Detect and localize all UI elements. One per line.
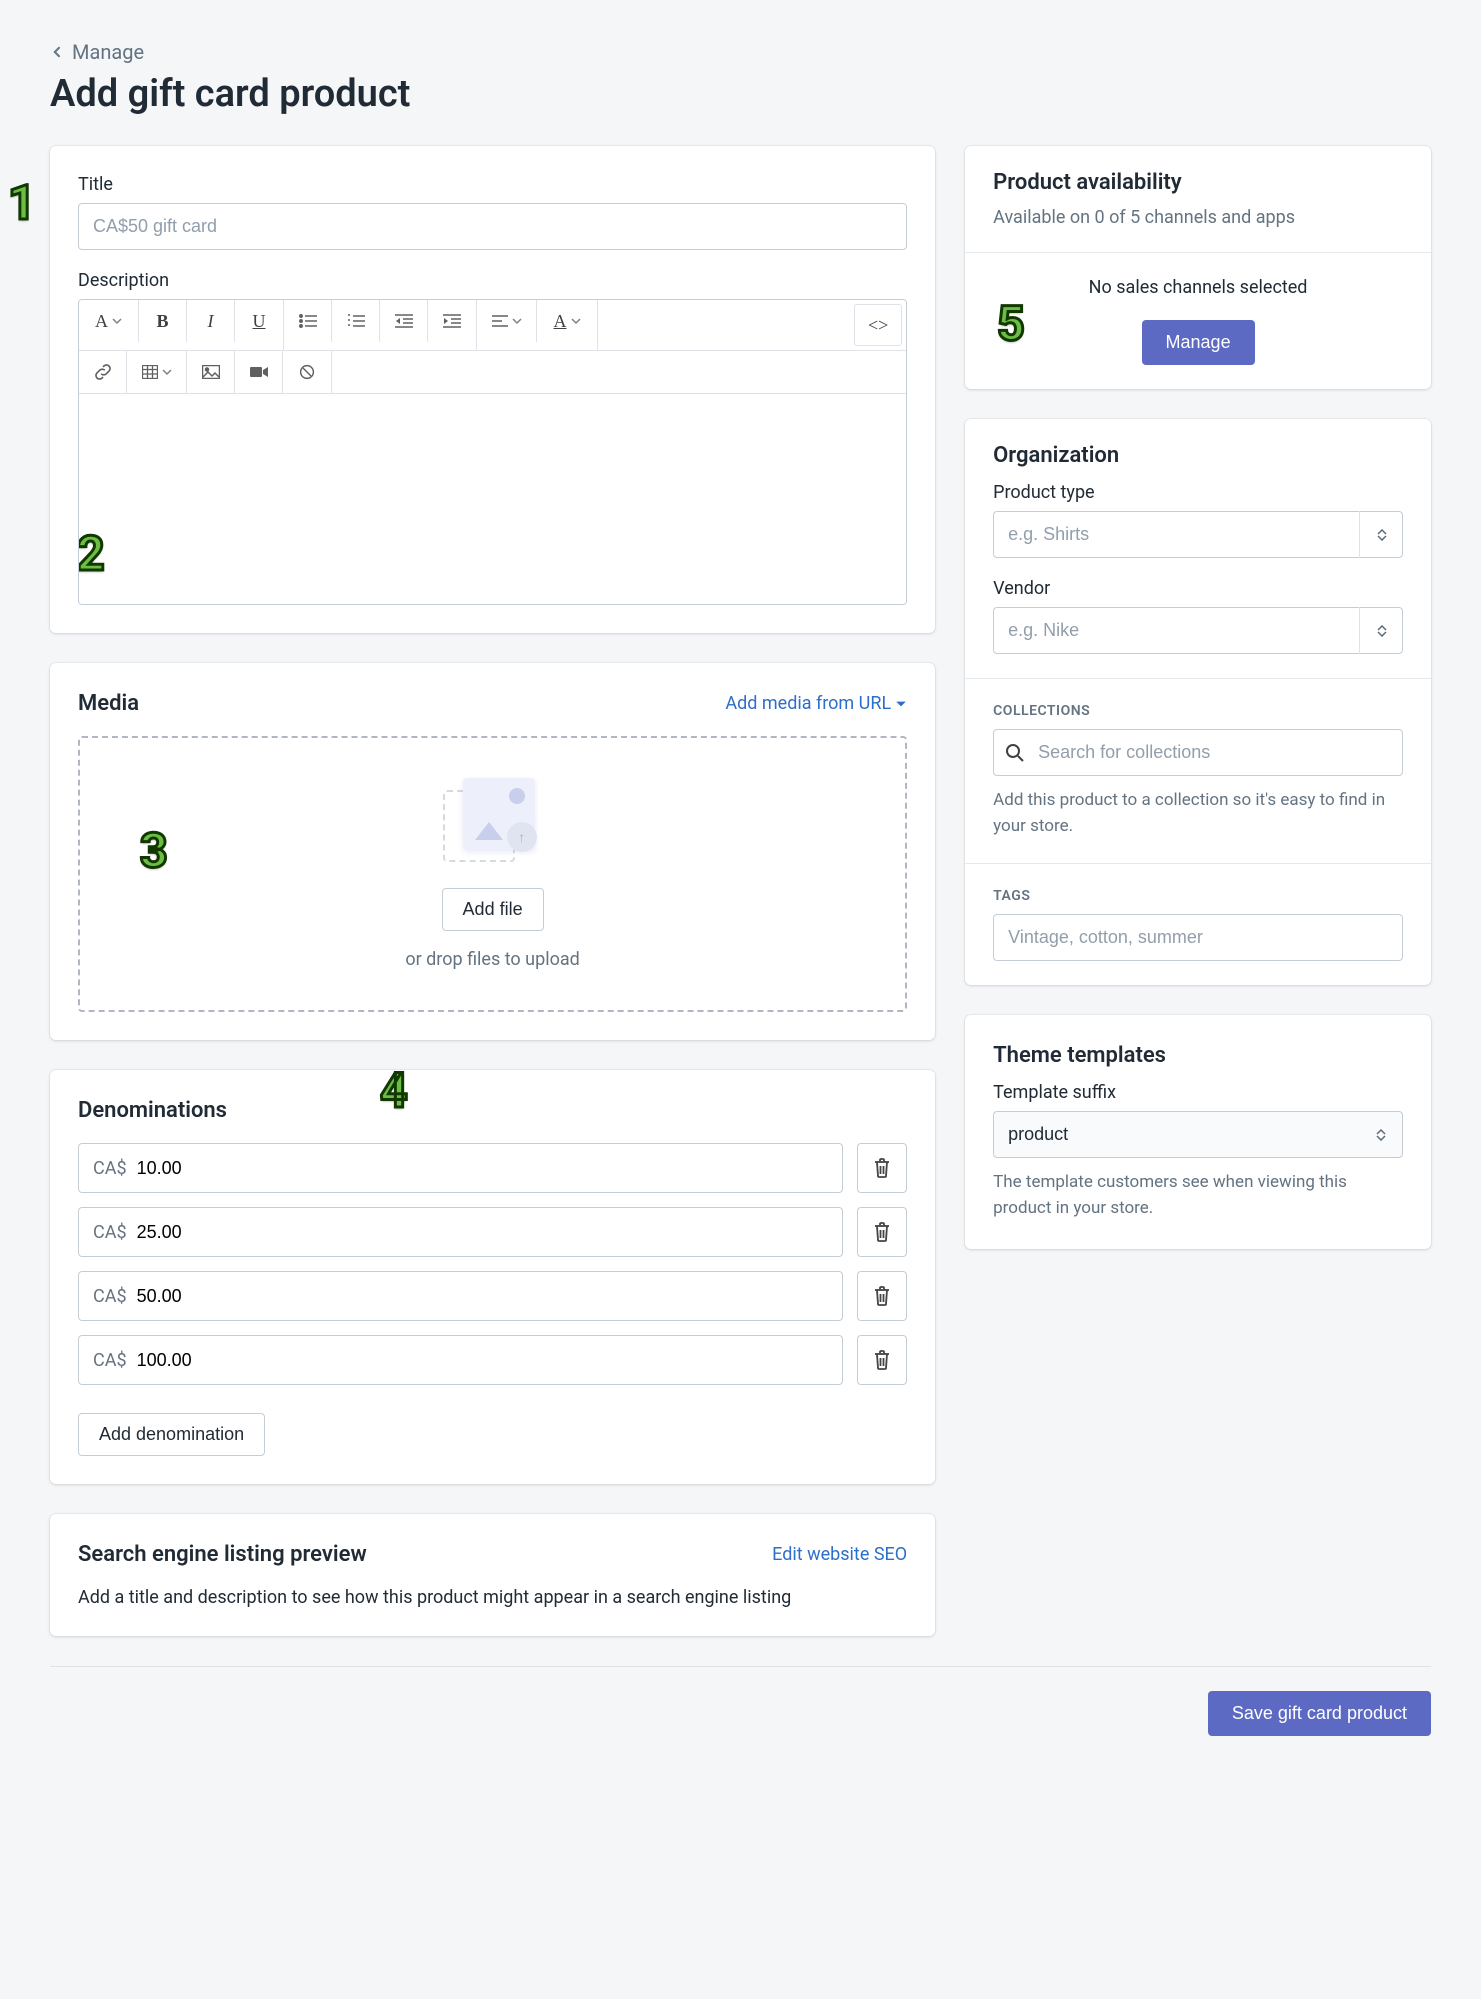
vendor-label: Vendor — [993, 578, 1403, 599]
delete-denomination-button[interactable] — [857, 1143, 907, 1193]
breadcrumb-label: Manage — [72, 40, 144, 64]
currency-prefix: CA$ — [93, 1222, 127, 1243]
callout-1: 1 — [8, 174, 36, 231]
description-textarea[interactable] — [79, 394, 906, 604]
number-list-button[interactable] — [332, 300, 380, 342]
trash-icon — [872, 1157, 892, 1179]
card-title-description: 1 Title Description A B I U — [50, 146, 935, 633]
organization-heading: Organization — [993, 443, 1403, 468]
denomination-row: CA$ — [78, 1271, 907, 1321]
vendor-input[interactable] — [993, 607, 1403, 654]
drop-hint: or drop files to upload — [100, 949, 885, 970]
table-dropdown[interactable] — [127, 351, 187, 393]
denomination-value-input[interactable] — [137, 1350, 829, 1371]
outdent-button[interactable] — [380, 300, 428, 342]
underline-button[interactable]: U — [235, 300, 283, 342]
denomination-value-input[interactable] — [137, 1286, 829, 1307]
delete-denomination-button[interactable] — [857, 1207, 907, 1257]
denomination-input-wrap[interactable]: CA$ — [78, 1207, 843, 1257]
denomination-input-wrap[interactable]: CA$ — [78, 1271, 843, 1321]
denomination-input-wrap[interactable]: CA$ — [78, 1335, 843, 1385]
card-media: Media Add media from URL 3 ↑ Add file or… — [50, 663, 935, 1040]
video-button[interactable] — [235, 351, 283, 393]
image-button[interactable] — [187, 351, 235, 393]
theme-heading: Theme templates — [993, 1043, 1403, 1068]
denomination-input-wrap[interactable]: CA$ — [78, 1143, 843, 1193]
currency-prefix: CA$ — [93, 1286, 127, 1307]
template-suffix-select[interactable] — [993, 1111, 1403, 1158]
upload-graphic: ↑ — [443, 778, 543, 868]
bullet-list-button[interactable] — [284, 300, 332, 342]
breadcrumb[interactable]: Manage — [50, 40, 144, 64]
edit-seo-link[interactable]: Edit website SEO — [772, 1544, 907, 1565]
align-dropdown[interactable] — [477, 300, 537, 342]
title-label: Title — [78, 174, 907, 195]
availability-subtitle: Available on 0 of 5 channels and apps — [993, 207, 1403, 228]
denominations-heading: Denominations — [78, 1098, 227, 1123]
chevron-left-icon — [50, 44, 66, 60]
bold-button[interactable]: B — [139, 300, 187, 342]
denomination-value-input[interactable] — [137, 1158, 829, 1179]
trash-icon — [872, 1349, 892, 1371]
add-media-url-link[interactable]: Add media from URL — [725, 693, 907, 714]
callout-2: 2 — [78, 525, 105, 582]
tags-label: TAGS — [993, 888, 1403, 904]
denomination-value-input[interactable] — [137, 1222, 829, 1243]
collections-search-input[interactable] — [993, 729, 1403, 776]
rich-text-editor: A B I U A — [78, 299, 907, 605]
card-seo: Search engine listing preview Edit websi… — [50, 1514, 935, 1636]
card-availability: Product availability Available on 0 of 5… — [965, 146, 1431, 389]
text-color-dropdown[interactable]: A — [537, 300, 597, 342]
delete-denomination-button[interactable] — [857, 1335, 907, 1385]
description-label: Description — [78, 270, 907, 291]
add-file-button[interactable]: Add file — [442, 888, 544, 931]
tags-input[interactable] — [993, 914, 1403, 961]
page-title: Add gift card product — [50, 72, 1431, 116]
seo-helper: Add a title and description to see how t… — [78, 1587, 907, 1608]
product-type-input[interactable] — [993, 511, 1403, 558]
callout-5: 5 — [997, 295, 1025, 352]
availability-heading: Product availability — [993, 170, 1403, 195]
card-organization: Organization Product type Vendor — [965, 419, 1431, 985]
trash-icon — [872, 1285, 892, 1307]
denomination-row: CA$ — [78, 1335, 907, 1385]
indent-button[interactable] — [428, 300, 476, 342]
product-type-label: Product type — [993, 482, 1403, 503]
clear-format-button[interactable] — [283, 351, 331, 393]
currency-prefix: CA$ — [93, 1350, 127, 1371]
no-channels-text: No sales channels selected — [993, 277, 1403, 298]
media-heading: Media — [78, 691, 139, 716]
denomination-row: CA$ — [78, 1143, 907, 1193]
currency-prefix: CA$ — [93, 1158, 127, 1179]
callout-3: 3 — [140, 822, 168, 879]
code-view-button[interactable]: <> — [854, 304, 902, 346]
card-theme: Theme templates Template suffix The temp… — [965, 1015, 1431, 1249]
trash-icon — [872, 1221, 892, 1243]
save-button[interactable]: Save gift card product — [1208, 1691, 1431, 1736]
italic-button[interactable]: I — [187, 300, 235, 342]
title-input[interactable] — [78, 203, 907, 250]
collections-label: COLLECTIONS — [993, 703, 1403, 719]
template-suffix-label: Template suffix — [993, 1082, 1403, 1103]
callout-4: 4 — [380, 1062, 408, 1119]
add-denomination-button[interactable]: Add denomination — [78, 1413, 265, 1456]
collections-helper: Add this product to a collection so it's… — [993, 788, 1403, 839]
media-dropzone[interactable]: 3 ↑ Add file or drop files to upload — [78, 736, 907, 1012]
delete-denomination-button[interactable] — [857, 1271, 907, 1321]
link-button[interactable] — [79, 351, 127, 393]
denomination-row: CA$ — [78, 1207, 907, 1257]
font-style-dropdown[interactable]: A — [79, 300, 139, 342]
card-denominations: Denominations 4 CA$CA$CA$CA$ Add denomin… — [50, 1070, 935, 1484]
search-icon — [1005, 743, 1025, 763]
theme-helper: The template customers see when viewing … — [993, 1170, 1403, 1221]
manage-channels-button[interactable]: Manage — [1142, 320, 1255, 365]
seo-heading: Search engine listing preview — [78, 1542, 367, 1567]
